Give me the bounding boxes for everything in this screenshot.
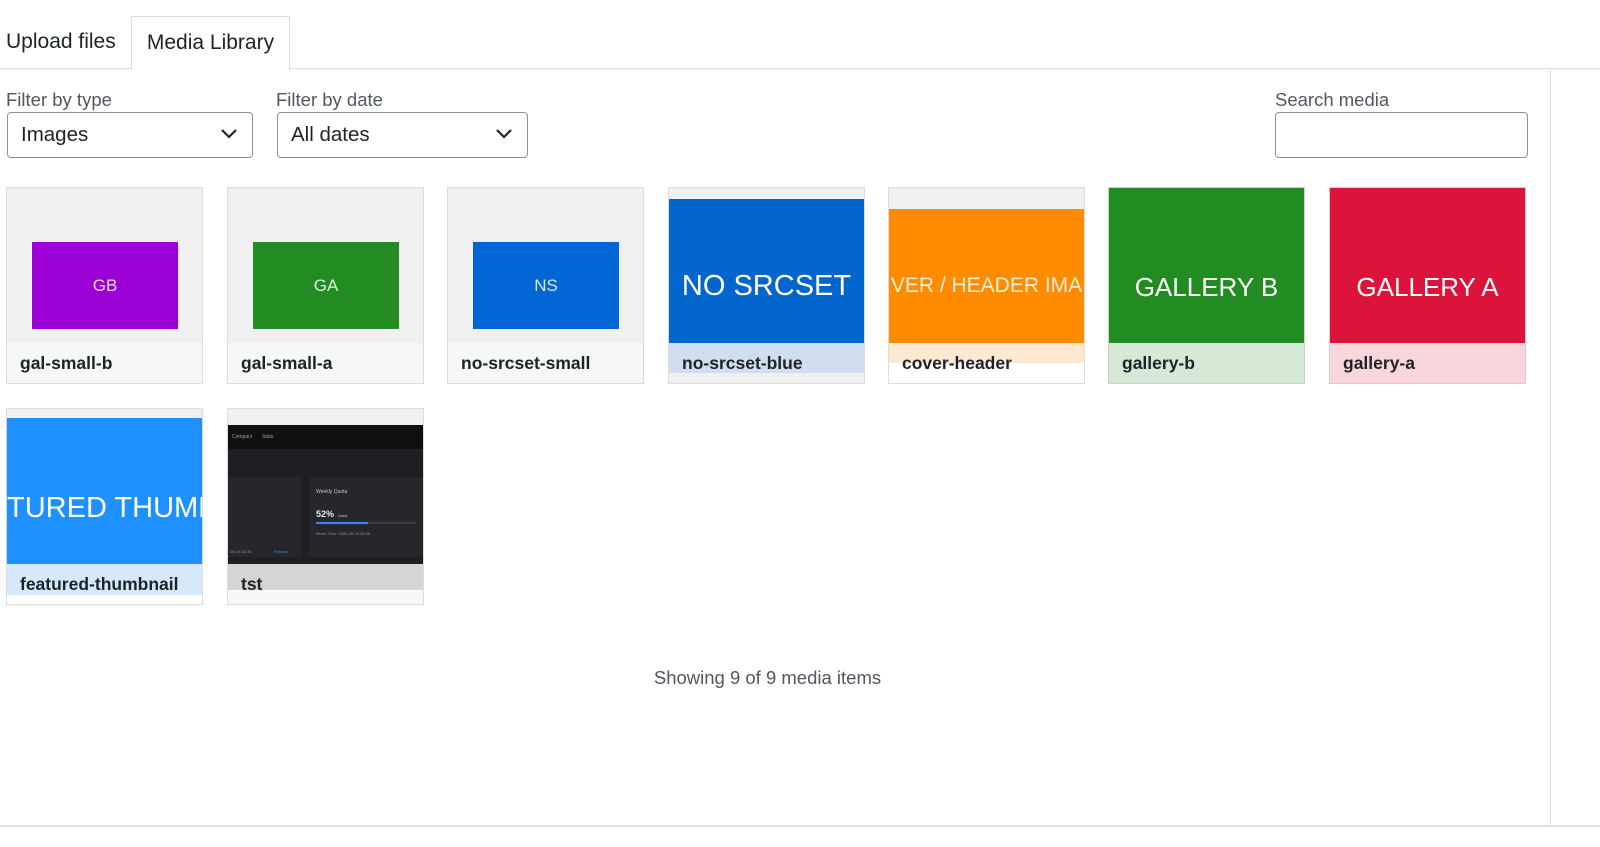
preview-percent-suffix: Used [338,513,348,518]
filter-date-label: Filter by date [276,89,383,110]
media-thumbnail: Compact Stats Weekly Quota 52% Used Rese… [228,409,423,564]
preview-percent: 52% [316,509,335,519]
media-item-title: gallery-a [1330,343,1525,383]
thumb-swatch: GALLERY A [1330,188,1525,343]
media-thumbnail: NO SRCSET [669,188,864,343]
media-item-featured-thumbnail[interactable]: TURED THUMB featured-thumbnail [6,408,203,605]
media-thumbnail: VER / HEADER IMA [889,188,1084,343]
thumb-swatch: GB [32,242,178,329]
media-item-gallery-b[interactable]: GALLERY B gallery-b [1108,187,1305,384]
media-item-gallery-a[interactable]: GALLERY A gallery-a [1329,187,1526,384]
filter-type-label: Filter by type [6,89,112,110]
media-item-title: no-srcset-small [448,343,643,383]
preview-panel [228,477,302,557]
search-media-label: Search media [1275,89,1390,110]
screenshot-preview: Compact Stats Weekly Quota 52% Used Rese… [228,425,423,564]
media-item-title: cover-header [889,343,1084,383]
media-item-no-srcset-small[interactable]: NS no-srcset-small [447,187,644,384]
media-item-title: featured-thumbnail [7,564,202,604]
preview-footer-text: 08-04 08:30 [230,549,252,554]
thumb-swatch: VER / HEADER IMA [889,209,1084,343]
media-thumbnail: TURED THUMB [7,409,202,564]
filter-type-select[interactable]: Images [7,112,253,158]
media-item-gal-small-a[interactable]: GA gal-small-a [227,187,424,384]
media-item-cover-header[interactable]: VER / HEADER IMA cover-header [888,187,1085,384]
filter-date-select[interactable]: All dates [277,112,528,158]
media-item-title: gallery-b [1109,343,1304,383]
preview-header [228,425,423,449]
search-media-input[interactable] [1275,112,1528,158]
thumb-swatch: NO SRCSET [669,199,864,343]
media-thumbnail: NS [448,188,643,343]
media-thumbnail: GALLERY A [1330,188,1525,343]
chevron-down-icon [496,129,512,139]
preview-tab: Stats [262,434,274,440]
tab-upload-files[interactable]: Upload files [6,16,116,69]
media-tabs: Upload files Media Library [0,0,1600,70]
media-item-gal-small-b[interactable]: GB gal-small-b [6,187,203,384]
preview-refresh-link: Refresh [274,549,289,554]
preview-reset-text: Reset Time: 2026-08-04 08:45 [316,531,371,536]
media-count-status: Showing 9 of 9 media items [653,667,882,688]
preview-panel-title: Weekly Quota [316,489,348,495]
chevron-down-icon [221,129,237,139]
media-thumbnail: GA [228,188,423,343]
preview-quota-fill [316,522,368,524]
panel-bottom-divider [0,825,1600,827]
preview-quota-bar [316,522,416,524]
media-item-title: gal-small-b [7,343,202,383]
media-item-title: tst [228,564,423,604]
thumb-swatch: GALLERY B [1109,188,1304,343]
media-thumbnail: GB [7,188,202,343]
thumb-swatch: TURED THUMB [7,418,202,564]
media-item-title: no-srcset-blue [669,343,864,373]
panel-right-divider [1550,69,1551,825]
filter-type-value: Images [21,123,89,146]
media-item-no-srcset-blue[interactable]: NO SRCSET no-srcset-blue [668,187,865,384]
media-item-tst[interactable]: Compact Stats Weekly Quota 52% Used Rese… [227,408,424,605]
thumb-swatch: NS [473,242,619,329]
media-thumbnail: GALLERY B [1109,188,1304,343]
filter-date-value: All dates [291,123,370,146]
tab-media-library[interactable]: Media Library [131,16,290,70]
media-item-title: gal-small-a [228,343,423,383]
preview-tab: Compact [232,434,253,440]
thumb-swatch: GA [253,242,399,329]
